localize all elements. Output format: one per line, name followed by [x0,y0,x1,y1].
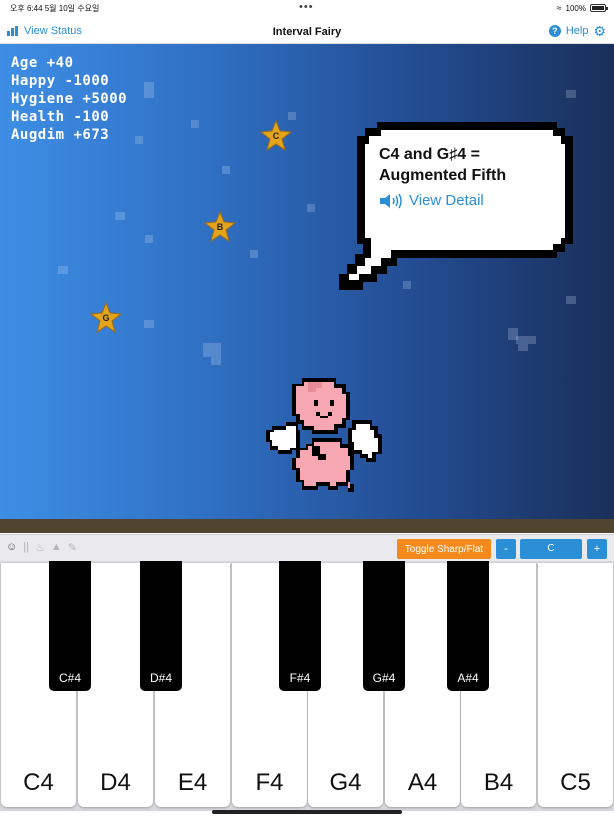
multitask-dots-icon[interactable]: ••• [299,1,314,13]
speaker-icon [380,193,402,208]
background-pixel [250,250,258,258]
bar-chart-icon [7,26,18,36]
stat-augdim: Augdim +673 [11,127,110,143]
background-pixel [144,320,154,328]
game-scene: Age +40 Happy -1000 Hygiene +5000 Health… [0,44,614,519]
key-label: D4 [100,769,131,796]
megaphone-icon[interactable]: ▲ [51,541,62,554]
interval-info: C4 and G♯4 = Augmented Fifth View Detail [379,144,569,209]
toggle-sharp-flat-button[interactable]: Toggle Sharp/Flat [397,539,491,559]
smiley-icon[interactable]: ☺ [6,541,17,554]
background-pixel [566,296,576,304]
key-label: E4 [177,769,208,796]
note-star-b[interactable]: B [203,210,237,243]
background-pixel [516,336,536,344]
status-right: ≈ 100% [556,3,608,13]
help-icon[interactable]: ? [548,25,561,37]
interval-title-line2: Augmented Fifth [379,167,507,184]
note-star-g[interactable]: G [89,301,123,334]
background-pixel [58,266,68,274]
background-pixel [307,204,315,212]
status-time: 오후 6:44 5월 10일 수요일 [10,4,100,13]
fairy-sprite [266,378,382,492]
key-label: A4 [407,769,438,796]
key-label: F4 [255,769,284,796]
view-detail-link[interactable]: View Detail [379,192,569,209]
key-label: G4 [329,769,362,796]
piano-toolbar: ☺ || ♨ ▲ ✎ Toggle Sharp/Flat - C + [0,534,614,561]
ground-strip [0,519,614,533]
pencil-icon[interactable]: ✎ [68,541,77,554]
stat-health: Health -100 [11,109,110,125]
stat-hygiene: Hygiene +5000 [11,91,128,107]
piano-key-c5[interactable]: C5 [538,563,613,807]
piano-keyboard: C4 D4 E4 F4 G4 A4 B4 C5 C#4 D#4 F#4 G#4 … [0,561,614,811]
key-label: A#4 [457,671,479,685]
piano-key-d-sharp4[interactable]: D#4 [140,561,182,691]
care-icons: ☺ || ♨ ▲ ✎ [6,541,77,554]
speech-bubble: C4 and G♯4 = Augmented Fifth View Detail [337,114,581,294]
transpose-down-button[interactable]: - [496,539,516,559]
gear-icon[interactable]: ⚙ [593,24,606,38]
background-pixel [115,212,125,220]
home-indicator[interactable] [212,810,402,814]
view-status-button[interactable]: View Status [7,25,82,37]
navigation-bar: View Status Interval Fairy ? Help ⚙ [0,20,614,44]
interval-title-line1: C4 and G♯4 = [379,146,480,163]
key-label: B4 [483,769,514,796]
battery-icon [590,4,608,12]
background-pixel [145,235,153,243]
background-pixel [144,82,154,98]
view-status-label: View Status [24,25,82,37]
key-label: C4 [23,769,54,796]
nav-right-group: ? Help ⚙ [548,24,606,38]
star-label: B [216,222,224,232]
note-star-c[interactable]: C [259,119,293,152]
key-label: C5 [560,769,591,796]
transpose-up-button[interactable]: + [587,539,607,559]
background-pixel [566,90,576,98]
background-pixel [203,343,221,357]
battery-percent: 100% [565,3,586,13]
piano-key-g-sharp4[interactable]: G#4 [363,561,405,691]
star-label: C [272,131,280,141]
piano-key-a-sharp4[interactable]: A#4 [447,561,489,691]
status-bar: 오후 6:44 5월 10일 수요일 ••• ≈ 100% [0,0,614,16]
key-label: F#4 [289,671,311,685]
stat-happy: Happy -1000 [11,73,110,89]
stat-age: Age +40 [11,55,74,71]
star-label: G [102,313,110,323]
view-detail-label: View Detail [409,192,484,209]
background-pixel [211,357,221,365]
piano-key-f-sharp4[interactable]: F#4 [279,561,321,691]
background-pixel [288,112,296,120]
fairy-stats: Age +40 Happy -1000 Hygiene +5000 Health… [11,54,127,144]
fairy-character[interactable] [262,374,388,500]
help-button[interactable]: Help [566,25,589,37]
key-selector[interactable]: C [520,539,582,559]
background-pixel [191,120,199,128]
fork-icon[interactable]: || [23,541,29,554]
background-pixel [222,166,230,174]
piano-key-c-sharp4[interactable]: C#4 [49,561,91,691]
key-label: C#4 [58,671,81,685]
wifi-icon: ≈ [556,3,562,13]
background-pixel [135,136,143,144]
background-pixel [518,344,528,351]
key-label: G#4 [372,671,396,685]
bath-icon[interactable]: ♨ [35,541,45,554]
key-label: D#4 [149,671,172,685]
page-title: Interval Fairy [272,26,342,38]
